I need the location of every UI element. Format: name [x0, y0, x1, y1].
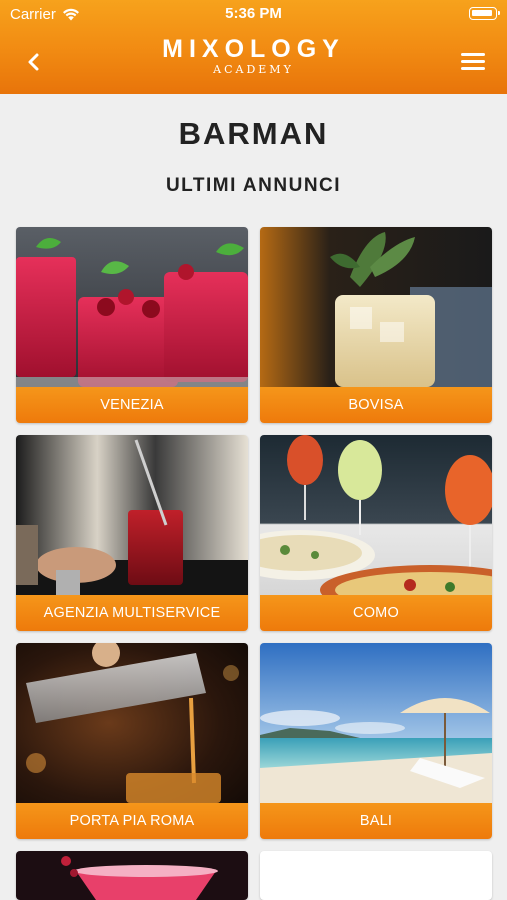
page-title: BARMAN: [178, 116, 329, 151]
menu-bar-icon: [461, 67, 485, 70]
cocktail-image: [260, 435, 492, 595]
app-logo: MIXOLOGY ACADEMY: [0, 36, 507, 76]
cocktail-image: [16, 435, 248, 595]
section-subtitle: ULTIMI ANNUNCI: [165, 175, 342, 196]
cocktail-image: [16, 643, 248, 803]
battery-icon: [469, 7, 500, 20]
logo-main-text: MIXOLOGY: [162, 35, 345, 63]
listing-card-label: COMO: [260, 595, 492, 631]
listing-card-label: PORTA PIA ROMA: [16, 803, 248, 839]
listing-card-como[interactable]: COMO: [260, 435, 492, 631]
menu-bar-icon: [461, 60, 485, 63]
listing-card-label: VENEZIA: [16, 387, 248, 423]
listing-card-bovisa[interactable]: BOVISA: [260, 227, 492, 423]
listing-card-partial[interactable]: [260, 851, 492, 900]
listing-card-partial[interactable]: [16, 851, 248, 900]
cocktail-image: [16, 851, 248, 900]
app-header: Carrier 5:36 PM MIXOLOGY ACADEMY: [0, 0, 507, 94]
listing-card-venezia[interactable]: VENEZIA: [16, 227, 248, 423]
clock: 5:36 PM: [225, 5, 282, 22]
listing-card-label: AGENZIA MULTISERVICE: [16, 595, 248, 631]
cocktail-image: [260, 227, 492, 387]
listing-card-agenzia-multiservice[interactable]: AGENZIA MULTISERVICE: [16, 435, 248, 631]
listing-card-label: BOVISA: [260, 387, 492, 423]
listing-card-porta-pia-roma[interactable]: PORTA PIA ROMA: [16, 643, 248, 839]
logo-sub-text: ACADEMY: [213, 63, 294, 76]
beach-image: [260, 643, 492, 803]
status-bar: Carrier 5:36 PM: [0, 0, 507, 28]
menu-bar-icon: [461, 53, 485, 56]
hamburger-menu-button[interactable]: [461, 50, 487, 72]
cocktail-image: [16, 227, 248, 387]
listing-card-bali[interactable]: BALI: [260, 643, 492, 839]
listing-card-label: BALI: [260, 803, 492, 839]
